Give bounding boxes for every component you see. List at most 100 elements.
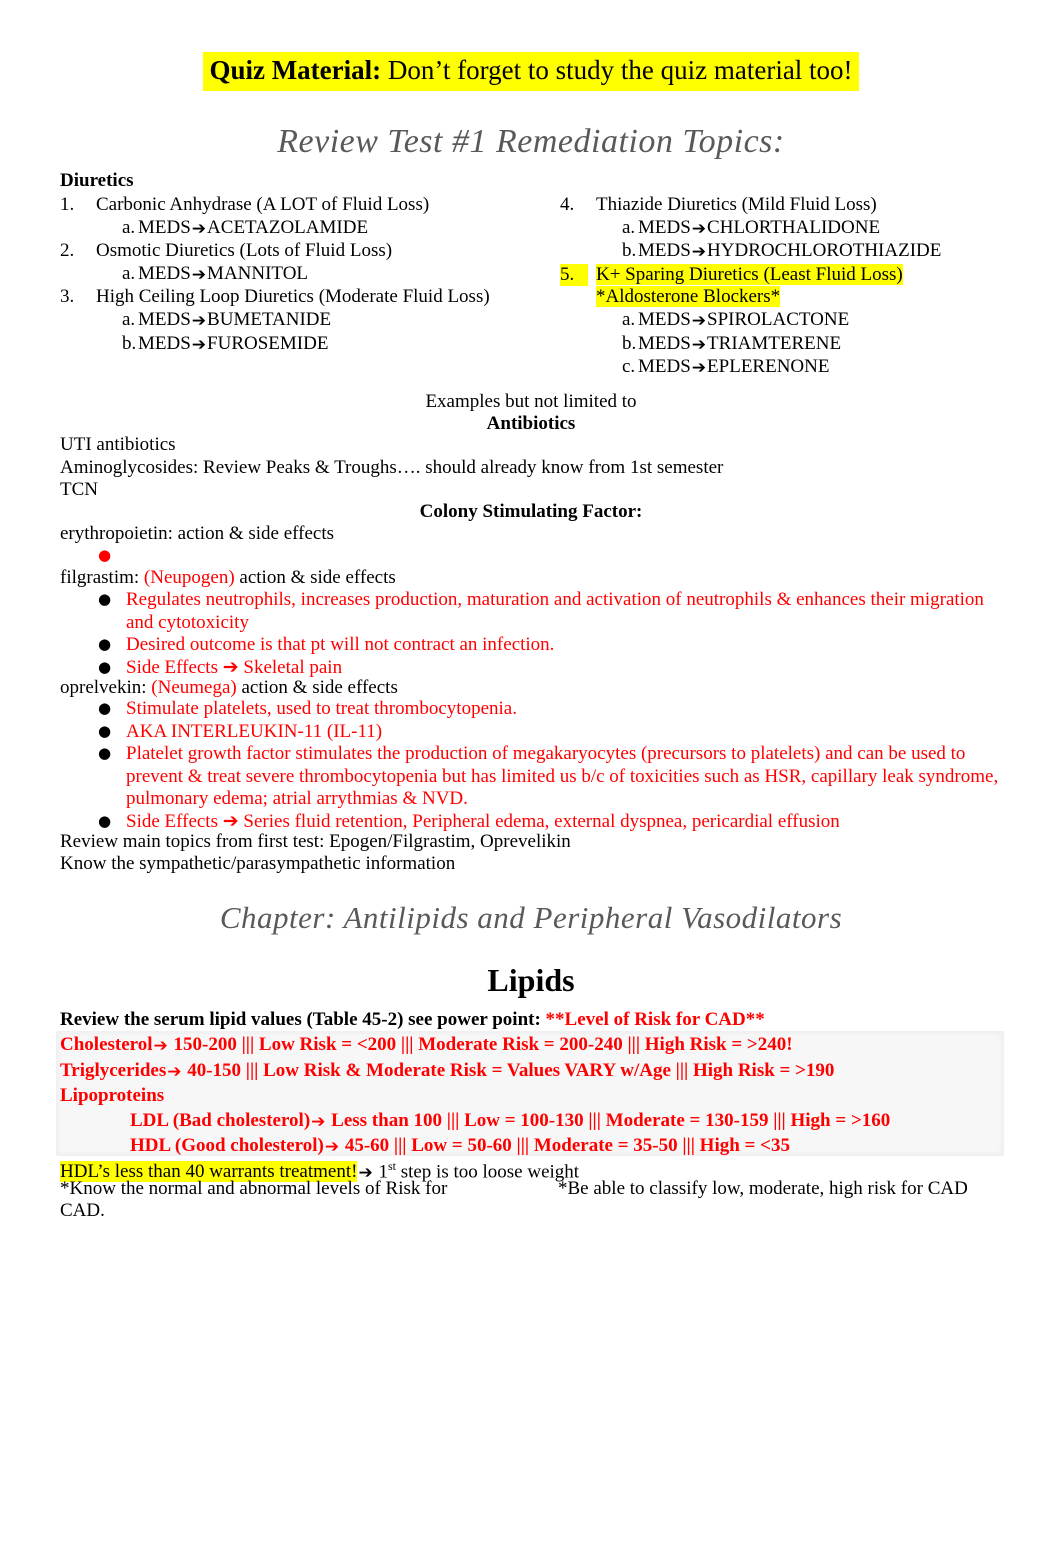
abx-line-3: TCN (60, 479, 98, 500)
bullet-text: Side Effects ➔ Skeletal pain (126, 656, 343, 678)
list-marker: a. (122, 308, 136, 330)
lipid-intro-black: Review the serum lipid values (Table 45-… (60, 1009, 546, 1030)
antibiotics-body: UTI antibiotics Aminoglycosides: Review … (60, 434, 1000, 502)
list-text: K+ Sparing Diuretics (Least Fluid Loss) (596, 263, 903, 285)
filgrastim-suffix: action & side effects (234, 567, 396, 588)
arrow-icon: ➔ (191, 310, 207, 331)
meds-label: MEDS (138, 308, 191, 330)
arrow-icon: ➔ (191, 218, 207, 239)
list-item: a. MEDS➔ACETAZOLAMIDE (60, 217, 540, 241)
list-marker: a. (122, 262, 136, 284)
bullet-icon: ● (98, 546, 112, 564)
bullet-text: Regulates neutrophils, increases product… (126, 589, 984, 633)
meds-label: MEDS (638, 240, 691, 262)
list-text: Osmotic Diuretics (Lots of Fluid Loss) (96, 240, 393, 262)
drug-name: ACETAZOLAMIDE (207, 216, 369, 238)
list-text: Thiazide Diuretics (Mild Fluid Loss) (596, 194, 877, 215)
list-item: a. MEDS➔CHLORTHALIDONE (560, 217, 1030, 241)
list-item: 4. Thiazide Diuretics (Mild Fluid Loss) (560, 194, 1030, 217)
list-marker: a. (122, 216, 136, 238)
list-item: a. MEDS➔BUMETANIDE (60, 309, 540, 333)
hdl-warning-sup: st (387, 1159, 396, 1173)
arrow-icon: ➔ (691, 218, 707, 239)
csf-title: Colony Stimulating Factor: (419, 501, 643, 522)
filgrastim-prefix: filgrastim: (60, 567, 144, 588)
lipid-row: LDL (Bad cholesterol)➔ Less than 100 |||… (60, 1109, 1040, 1135)
bullet-icon: ● (98, 721, 112, 740)
lipid-values: 45-60 ||| Low = 50-60 ||| Moderate = 35-… (340, 1135, 790, 1156)
oprelvekin-brand: (Neumega) (151, 677, 237, 698)
lipid-values: Less than 100 ||| Low = 100-130 ||| Mode… (326, 1109, 891, 1131)
quiz-material-text: Don’t forget to study the quiz material … (381, 55, 853, 85)
list-item: ● Platelet growth factor stimulates the p… (60, 743, 1015, 811)
abx-line-1: UTI antibiotics (60, 434, 176, 455)
oprelvekin-prefix: oprelvekin: (60, 677, 152, 698)
bullet-text: Platelet growth factor stimulates the pr… (126, 743, 999, 809)
arrow-icon: ➔ (167, 1061, 182, 1082)
list-item: a. MEDS➔SPIROLACTONE (560, 309, 1030, 333)
classify-risk-note: *Be able to classify low, moderate, high… (558, 1178, 968, 1199)
drug-name: TRIAMTERENE (707, 332, 842, 354)
list-item: ● Side Effects ➔ Series fluid retention, … (60, 811, 1015, 834)
arrow-icon: ➔ (324, 1137, 340, 1157)
lipids-heading: Lipids (487, 962, 575, 998)
document-page: Quiz Material: Don’t forget to study the… (0, 0, 1062, 1556)
arrow-icon: ➔ (153, 1036, 168, 1056)
quiz-material-highlight: Quiz Material: Don’t forget to study the… (203, 52, 859, 91)
arrow-icon: ➔ (691, 242, 707, 263)
list-marker: b. (122, 332, 137, 354)
lipid-row: Cholesterol➔ 150-200 ||| Low Risk = <200… (60, 1033, 1040, 1059)
lipid-values: 40-150 ||| Low Risk & Moderate Risk = Va… (182, 1059, 835, 1081)
list-item: 3. High Ceiling Loop Diuretics (Moderate … (60, 286, 540, 309)
diuretics-right-column: 4. Thiazide Diuretics (Mild Fluid Loss) a… (560, 194, 1030, 380)
list-marker: 4. (560, 194, 575, 215)
drug-name: CHLORTHALIDONE (707, 216, 881, 238)
arrow-icon: ➔ (691, 310, 707, 331)
arrow-icon: ➔ (691, 334, 707, 355)
drug-name: HYDROCHLOROTHIAZIDE (707, 240, 942, 262)
know-sympathetic-line: Know the sympathetic/parasympathetic inf… (60, 853, 456, 874)
lipid-values-block: Cholesterol➔ 150-200 ||| Low Risk = <200… (60, 1033, 1040, 1160)
drug-name: BUMETANIDE (207, 308, 332, 330)
meds-label: MEDS (638, 216, 691, 238)
list-item: ● AKA INTERLEUKIN-11 (IL-11) (60, 721, 1015, 744)
list-item: c. MEDS➔EPLERENONE (560, 356, 1030, 380)
lipid-label: Triglycerides (60, 1059, 167, 1081)
lipid-intro-red: **Level of Risk for CAD** (545, 1009, 765, 1030)
erythropoietin-line: erythropoietin: action & side effects (60, 523, 335, 544)
arrow-icon: ➔ (191, 264, 207, 285)
arrow-icon: ➔ (691, 358, 707, 379)
lipid-label: LDL (Bad cholesterol) (130, 1109, 311, 1131)
bullet-icon: ● (98, 744, 112, 762)
list-marker: b. (622, 240, 637, 262)
list-marker: a. (622, 216, 636, 238)
meds-label: MEDS (638, 356, 691, 378)
list-item: a. MEDS➔MANNITOL (60, 263, 540, 287)
arrow-icon: ➔ (311, 1111, 326, 1132)
antibiotics-title: Antibiotics (486, 413, 576, 434)
quiz-material-lead: Quiz Material: (209, 55, 382, 85)
examples-note: Examples but not limited to (425, 391, 637, 412)
list-marker: 1. (60, 194, 75, 215)
lipid-label: Lipoproteins (60, 1085, 165, 1106)
meds-label: MEDS (638, 332, 691, 354)
lipid-row: Triglycerides➔ 40-150 ||| Low Risk & Mod… (60, 1059, 1040, 1085)
aldosterone-note: *Aldosterone Blockers* (596, 286, 781, 308)
lipid-row: Lipoproteins (60, 1084, 1040, 1109)
lipid-intro-line: Review the serum lipid values (Table 45-… (60, 1009, 1040, 1032)
bullet-text: Desired outcome is that pt will not cont… (126, 634, 555, 655)
aldosterone-note-row: *Aldosterone Blockers* (560, 286, 1030, 309)
list-item: 2. Osmotic Diuretics (Lots of Fluid Loss) (60, 240, 540, 263)
chapter-heading: Chapter: Antilipids and Peripheral Vasod… (219, 900, 843, 935)
cad-continuation: CAD. (60, 1200, 105, 1221)
list-text: Carbonic Anhydrase (A LOT of Fluid Loss) (96, 194, 430, 215)
list-item: 1. Carbonic Anhydrase (A LOT of Fluid Los… (60, 194, 540, 217)
bullet-icon: ● (98, 811, 112, 830)
diuretics-label: Diuretics (60, 170, 134, 191)
oprelvekin-suffix: action & side effects (236, 677, 398, 698)
oprelvekin-bullets: ● Stimulate platelets, used to treat thro… (60, 698, 1015, 833)
bullet-icon: ● (98, 699, 112, 717)
bullet-icon: ● (98, 657, 112, 676)
drug-name: EPLERENONE (707, 356, 830, 378)
drug-name: SPIROLACTONE (707, 308, 850, 330)
